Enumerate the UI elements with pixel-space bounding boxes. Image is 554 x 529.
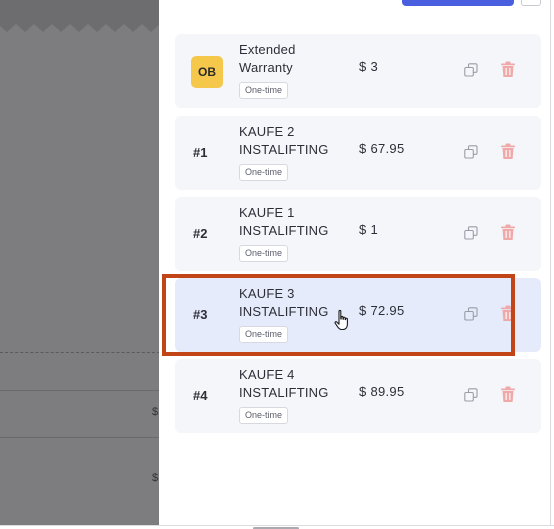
background-price-label: $	[152, 472, 159, 484]
item-name-line: INSTALIFTING	[239, 385, 329, 400]
trash-icon[interactable]	[500, 386, 516, 403]
item-position: #1	[193, 145, 208, 160]
list-item[interactable]: #4 KAUFE 4 INSTALIFTING One-time $ 89.95	[175, 359, 541, 433]
item-name-line: KAUFE 4	[239, 367, 295, 382]
primary-action-button[interactable]	[402, 0, 514, 6]
background-price-label: $	[152, 406, 159, 418]
item-name-line: Warranty	[239, 60, 293, 75]
item-name-line: KAUFE 2	[239, 124, 295, 139]
hand-pointer-cursor	[334, 309, 348, 331]
list-item[interactable]: #2 KAUFE 1 INSTALIFTING One-time $ 1	[175, 197, 541, 271]
duplicate-icon[interactable]	[464, 388, 478, 402]
item-name-line: Extended	[239, 42, 296, 57]
item-name: KAUFE 1 INSTALIFTING	[239, 204, 329, 240]
order-bumps-panel: OB Extended Warranty One-time $ 3 #1 KAU…	[159, 0, 550, 525]
duplicate-icon[interactable]	[464, 63, 478, 77]
item-price: $ 3	[359, 59, 378, 74]
dimmed-background	[0, 0, 160, 529]
item-name: KAUFE 2 INSTALIFTING	[239, 123, 329, 159]
duplicate-icon[interactable]	[464, 226, 478, 240]
panel-scrollbar-track	[550, 0, 554, 529]
trash-icon[interactable]	[500, 143, 516, 160]
item-name-line: INSTALIFTING	[239, 223, 329, 238]
background-zigzag-border	[0, 10, 160, 32]
billing-tag: One-time	[239, 164, 289, 181]
list-item[interactable]: #1 KAUFE 2 INSTALIFTING One-time $ 67.95	[175, 116, 541, 190]
duplicate-icon[interactable]	[464, 145, 478, 159]
item-price: $ 89.95	[359, 384, 405, 399]
background-header-strip	[0, 0, 160, 10]
item-price: $ 67.95	[359, 141, 405, 156]
list-item[interactable]: OB Extended Warranty One-time $ 3	[175, 34, 541, 108]
billing-tag: One-time	[239, 82, 289, 99]
background-divider	[0, 390, 160, 391]
item-position: #4	[193, 388, 208, 403]
item-position: #2	[193, 226, 208, 241]
secondary-action-button[interactable]	[521, 0, 541, 6]
order-bump-badge: OB	[191, 56, 223, 88]
item-name: Extended Warranty	[239, 41, 296, 77]
item-name: KAUFE 4 INSTALIFTING	[239, 366, 329, 402]
item-price: $ 1	[359, 222, 378, 237]
item-name-line: KAUFE 1	[239, 205, 295, 220]
horizontal-scrollbar[interactable]	[0, 525, 554, 529]
background-divider	[0, 437, 160, 438]
item-name-line: INSTALIFTING	[239, 142, 329, 157]
billing-tag: One-time	[239, 245, 289, 262]
trash-icon[interactable]	[500, 61, 516, 78]
trash-icon[interactable]	[500, 224, 516, 241]
billing-tag: One-time	[239, 407, 289, 424]
background-dashed-divider	[0, 352, 160, 353]
